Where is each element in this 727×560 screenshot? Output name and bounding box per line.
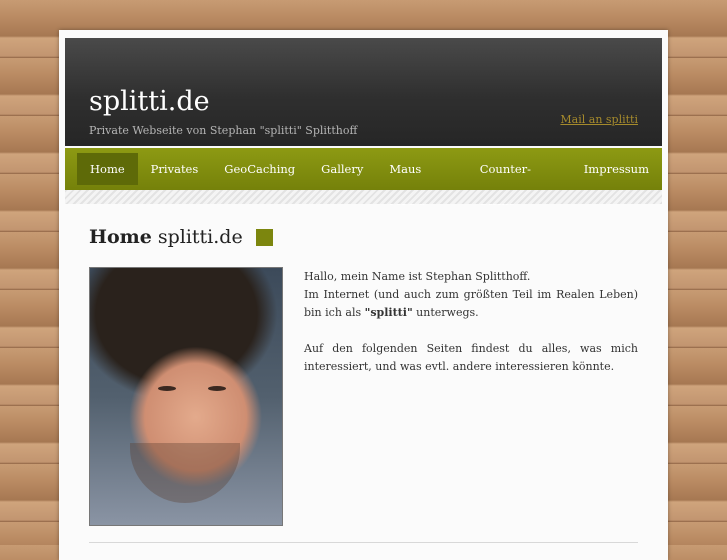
nav-item-maus-mp3s[interactable]: Maus MP3's [376,153,466,208]
intro-line-2-end: unterwegs. [412,306,479,319]
nav-item-counter-strike[interactable]: Counter-Strike [467,153,571,208]
photo-beard [130,443,240,503]
page-container: splitti.de Private Webseite von Stephan … [59,30,668,560]
site-title[interactable]: splitti.de [89,86,210,117]
profile-photo [89,267,283,526]
site-header: splitti.de Private Webseite von Stephan … [65,38,662,146]
nav-item-impressum[interactable]: Impressum [571,153,662,185]
intro-text: Hallo, mein Name ist Stephan Splitthoff.… [304,268,638,394]
intro-paragraph-2: Auf den folgenden Seiten findest du alle… [304,342,638,373]
intro-paragraph-1: Hallo, mein Name ist Stephan Splitthoff.… [304,268,638,322]
heading-subtitle: splitti.de [157,226,243,248]
nav-item-gallery[interactable]: Gallery [308,153,376,185]
nav-item-home[interactable]: Home [77,153,138,185]
nav-item-geocaching[interactable]: GeoCaching [211,153,308,185]
decorative-stripe [65,190,662,204]
heading-square-icon [255,228,273,246]
site-tagline: Private Webseite von Stephan "splitti" S… [89,124,358,137]
main-navigation: Home Privates GeoCaching Gallery Maus MP… [65,148,662,208]
page-heading: Home splitti.de [89,226,273,248]
content-divider [89,542,638,543]
mail-link[interactable]: Mail an splitti [560,113,638,126]
heading-bold: Home [89,226,152,248]
photo-eye-left [158,386,176,391]
nav-item-privates[interactable]: Privates [138,153,212,185]
nickname-bold: "splitti" [364,306,413,319]
photo-eye-right [208,386,226,391]
intro-line-1: Hallo, mein Name ist Stephan Splitthoff. [304,270,531,283]
